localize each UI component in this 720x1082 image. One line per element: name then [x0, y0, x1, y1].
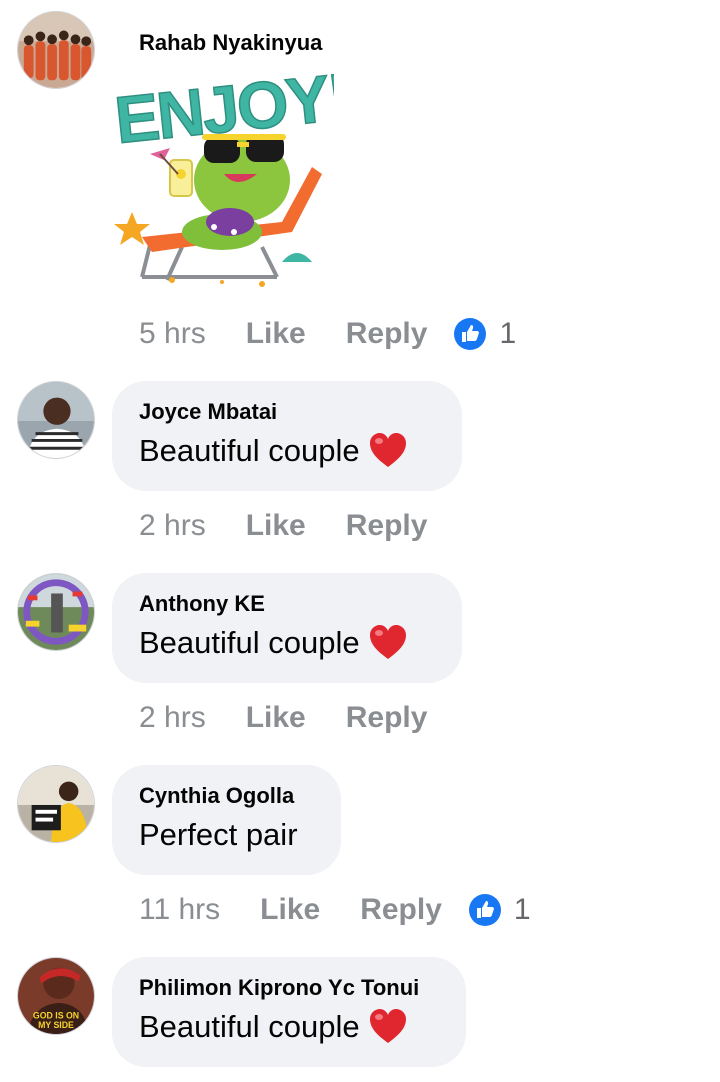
comment-bubble: Cynthia Ogolla Perfect pair [112, 765, 341, 875]
comment-bubble: Joyce Mbatai Beautiful couple [112, 381, 462, 491]
comment-text: Perfect pair [139, 815, 313, 855]
comment-actions: 2 hrs Like Reply [139, 506, 427, 546]
comment-text: Beautiful couple [139, 1007, 438, 1047]
comment-timestamp: 5 hrs [139, 317, 206, 350]
like-button[interactable]: Like [246, 509, 306, 543]
comment-bubble: Anthony KE Beautiful couple [112, 573, 462, 683]
comment-text-content: Beautiful couple [139, 625, 360, 660]
comment-text-content: Beautiful couple [139, 433, 360, 468]
avatar-image [18, 574, 94, 650]
reply-button[interactable]: Reply [346, 509, 428, 543]
avatar-image [18, 766, 94, 842]
reaction-count[interactable]: 1 [499, 317, 516, 351]
reply-button[interactable]: Reply [360, 893, 442, 927]
comment-text-content: Beautiful couple [139, 1009, 360, 1044]
like-reaction-icon[interactable] [468, 893, 502, 927]
red-heart-icon [369, 433, 406, 467]
comment-author-name[interactable]: Cynthia Ogolla [139, 783, 313, 809]
avatar-caption-line-2: MY SIDE [38, 1020, 74, 1030]
avatar-rahab-nyakinyua[interactable] [17, 11, 95, 89]
comment-actions: 11 hrs Like Reply 1 [139, 890, 531, 930]
reply-button[interactable]: Reply [346, 701, 428, 735]
comment-text: Beautiful couple [139, 431, 434, 471]
avatar-caption-line-1: GOD IS ON [33, 1010, 79, 1020]
comment-actions: 5 hrs Like Reply 1 [139, 314, 516, 354]
avatar-anthony-ke[interactable] [17, 573, 95, 651]
like-button[interactable]: Like [246, 701, 306, 735]
comment-bubble: Philimon Kiprono Yc Tonui Beautiful coup… [112, 957, 466, 1067]
avatar-cynthia-ogolla[interactable] [17, 765, 95, 843]
avatar-philimon-kiprono[interactable]: GOD IS ON MY SIDE [17, 957, 95, 1035]
like-reaction-icon[interactable] [453, 317, 487, 351]
comment-timestamp: 2 hrs [139, 701, 206, 734]
avatar-image: GOD IS ON MY SIDE [18, 958, 94, 1034]
comment-actions: 2 hrs Like Reply [139, 698, 427, 738]
red-heart-icon [369, 625, 406, 659]
comment-text-content: Perfect pair [139, 817, 298, 852]
avatar-image [18, 382, 94, 458]
red-heart-icon [369, 1009, 406, 1043]
comment-author-name[interactable]: Rahab Nyakinyua [139, 30, 322, 56]
comment-timestamp: 2 hrs [139, 509, 206, 542]
comment-author-name[interactable]: Philimon Kiprono Yc Tonui [139, 975, 438, 1001]
like-button[interactable]: Like [246, 317, 306, 351]
avatar-image [18, 12, 94, 88]
comment-author-name[interactable]: Joyce Mbatai [139, 399, 434, 425]
reaction-count[interactable]: 1 [514, 893, 531, 927]
avatar-joyce-mbatai[interactable] [17, 381, 95, 459]
comment-text: Beautiful couple [139, 623, 434, 663]
reply-button[interactable]: Reply [346, 317, 428, 351]
comment-author-name[interactable]: Anthony KE [139, 591, 434, 617]
like-button[interactable]: Like [260, 893, 320, 927]
enjoy-sticker: ENJOY! [112, 62, 334, 287]
comment-timestamp: 11 hrs [139, 893, 221, 926]
